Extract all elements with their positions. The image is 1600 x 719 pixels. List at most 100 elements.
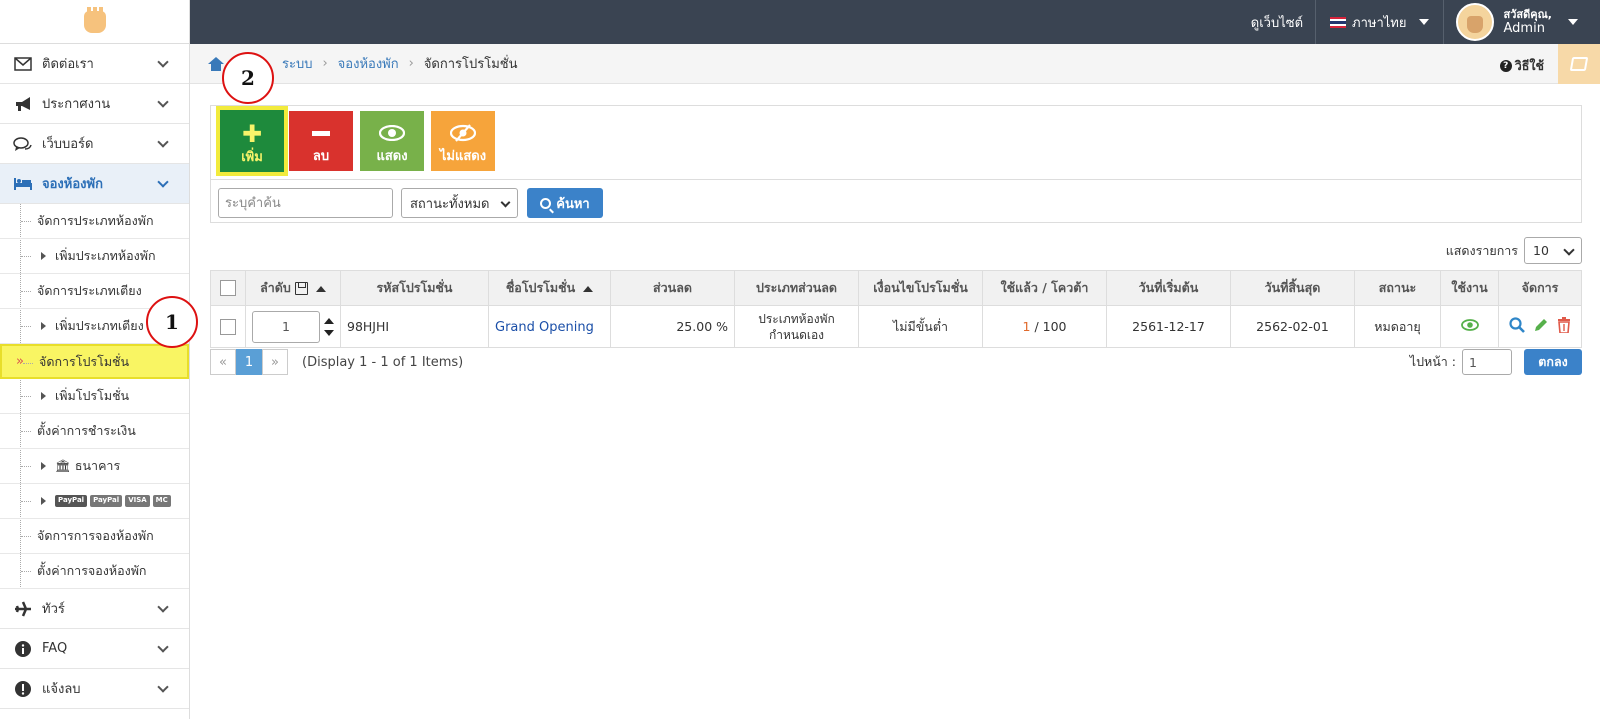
column-discount-type: ประเภทส่วนลด [734, 270, 859, 306]
main-content: ระบบ › จองห้องพัก › จัดการโปรโมชั่น ? วิธ… [190, 44, 1600, 719]
table-header: ลำดับ รหัสโปรโมชั่น ชื่อโปรโมชั่น ส่วนลด… [210, 270, 1582, 306]
promotion-table: ลำดับ รหัสโปรโมชั่น ชื่อโปรโมชั่น ส่วนลด… [210, 270, 1582, 348]
manual-tab[interactable] [1558, 44, 1600, 84]
logo[interactable] [0, 0, 190, 44]
prev-page-button[interactable]: « [210, 349, 236, 375]
view-icon[interactable] [1509, 317, 1525, 333]
toolbar-divider [211, 179, 1581, 180]
delete-button[interactable]: ลบ [289, 111, 353, 171]
promo-name-link[interactable]: Grand Opening [495, 320, 594, 335]
down-arrow-icon[interactable] [324, 329, 334, 336]
promo-condition: ไม่มีขั้นต่ำ [858, 305, 983, 348]
sidebar-item-payment-gateways[interactable]: PayPal PayPal VISA MC [0, 484, 189, 519]
caret-right-icon [41, 462, 46, 470]
sidebar-item-faq[interactable]: FAQ [0, 629, 189, 669]
plane-icon [12, 600, 34, 618]
sidebar-item-add-promotion[interactable]: เพิ่มโปรโมชั่น [0, 379, 189, 414]
sidebar-item-tour[interactable]: ทัวร์ [0, 589, 189, 629]
column-actions: จัดการ [1498, 270, 1582, 306]
toolbar: ✚ เพิ่ม ลบ แสดง ไม่แสดง สถานะทั้งหมด ค้น… [210, 105, 1582, 223]
caret-right-icon [41, 252, 46, 260]
eye-slash-icon [431, 121, 495, 145]
status-select[interactable]: สถานะทั้งหมด [401, 188, 518, 218]
bed-icon [12, 175, 34, 193]
double-chevron-icon: » [16, 354, 24, 369]
trash-icon[interactable] [1557, 317, 1571, 333]
column-start-date: วันที่เริ่มต้น [1106, 270, 1231, 306]
per-page-select[interactable]: 10 [1524, 237, 1582, 264]
language-dropdown[interactable]: ภาษาไทย [1316, 0, 1444, 44]
edit-icon[interactable] [1533, 317, 1549, 333]
help-link[interactable]: ? วิธีใช้ [1499, 56, 1544, 76]
page-button-current[interactable]: 1 [236, 349, 262, 375]
sidebar-item-report[interactable]: แจ้งลบ [0, 669, 189, 709]
eye-icon [360, 121, 424, 145]
column-active: ใช้งาน [1440, 270, 1499, 306]
promo-usage: 1 / 100 [982, 305, 1107, 348]
chevron-down-icon [157, 681, 169, 693]
chevron-down-icon [157, 176, 169, 188]
chevron-down-icon [157, 136, 169, 148]
chevron-down-icon [157, 56, 169, 68]
chevron-down-icon [157, 641, 169, 653]
avatar [1455, 3, 1494, 41]
save-icon[interactable] [294, 282, 308, 295]
sidebar-item-bookings[interactable]: จัดการการจองห้องพัก [0, 519, 189, 554]
sidebar-item-payment-settings[interactable]: ตั้งค่าการชำระเงิน [0, 414, 189, 449]
up-arrow-icon[interactable] [324, 317, 334, 324]
breadcrumb-home[interactable]: ระบบ [282, 53, 312, 74]
promo-start-date: 2561-12-17 [1106, 305, 1231, 348]
order-input[interactable]: 1 [252, 310, 320, 343]
envelope-icon [12, 55, 34, 73]
sidebar-item-booking-settings[interactable]: ตั้งค่าการจองห้องพัก [0, 554, 189, 589]
logo-icon [83, 6, 106, 33]
annotation-marker-2: 2 [222, 52, 274, 104]
goto-page-input[interactable]: 1 [1462, 349, 1512, 375]
breadcrumb-current: จัดการโปรโมชั่น [423, 57, 518, 72]
add-button[interactable]: ✚ เพิ่ม [216, 106, 288, 176]
chevron-down-icon [157, 96, 169, 108]
column-code: รหัสโปรโมชั่น [340, 270, 489, 306]
select-all-checkbox[interactable] [220, 280, 236, 297]
goto-button[interactable]: ตกลง [1524, 349, 1582, 375]
promo-code: 98HJHI [340, 305, 489, 348]
breadcrumb: ระบบ › จองห้องพัก › จัดการโปรโมชั่น ? วิธ… [190, 44, 1600, 84]
show-button[interactable]: แสดง [360, 111, 424, 171]
payment-logos: PayPal PayPal VISA MC [55, 495, 171, 507]
comments-icon [12, 135, 34, 153]
column-name[interactable]: ชื่อโปรโมชั่น [488, 270, 611, 306]
search-input[interactable] [218, 188, 393, 218]
sidebar-item-promotions[interactable]: » จัดการโปรโมชั่น [0, 344, 189, 379]
paypal-logo-icon: PayPal [55, 495, 88, 507]
chevron-down-icon [157, 601, 169, 613]
question-icon: ? [1499, 60, 1512, 72]
breadcrumb-section[interactable]: จองห้องพัก [338, 53, 399, 74]
row-checkbox[interactable] [220, 318, 236, 335]
order-stepper[interactable] [324, 317, 334, 336]
column-order[interactable]: ลำดับ [245, 270, 341, 306]
sidebar-item-room-types[interactable]: จัดการประเภทห้องพัก [0, 204, 189, 239]
sidebar: ติดต่อเรา ประกาศงาน เว็บบอร์ด จองห้องพัก… [0, 44, 190, 719]
sidebar-item-contact[interactable]: ติดต่อเรา [0, 44, 189, 84]
minus-icon [289, 121, 353, 145]
home-icon[interactable] [208, 56, 224, 71]
goto-page: ไปหน้า : 1 ตกลง [1410, 349, 1582, 375]
caret-down-icon [1568, 19, 1578, 25]
sidebar-item-add-room-type[interactable]: เพิ่มประเภทห้องพัก [0, 239, 189, 274]
goto-label: ไปหน้า : [1409, 354, 1456, 369]
plus-icon: ✚ [241, 120, 263, 148]
sidebar-item-jobs[interactable]: ประกาศงาน [0, 84, 189, 124]
sidebar-item-bank[interactable]: 🏛 ธนาคาร [0, 449, 189, 484]
user-name: Admin [1503, 21, 1545, 36]
view-site-link[interactable]: ดูเว็บไซต์ [1239, 0, 1317, 44]
search-button[interactable]: ค้นหา [527, 188, 603, 218]
eye-icon[interactable] [1460, 319, 1479, 331]
caret-right-icon [41, 392, 46, 400]
sidebar-item-webboard[interactable]: เว็บบอร์ด [0, 124, 189, 164]
sidebar-item-booking[interactable]: จองห้องพัก [0, 164, 189, 204]
info-icon [12, 640, 34, 658]
user-menu[interactable]: สวัสดีคุณ, Admin [1444, 0, 1600, 44]
next-page-button[interactable]: » [262, 349, 288, 375]
caret-down-icon [1418, 19, 1429, 25]
hide-button[interactable]: ไม่แสดง [431, 111, 495, 171]
